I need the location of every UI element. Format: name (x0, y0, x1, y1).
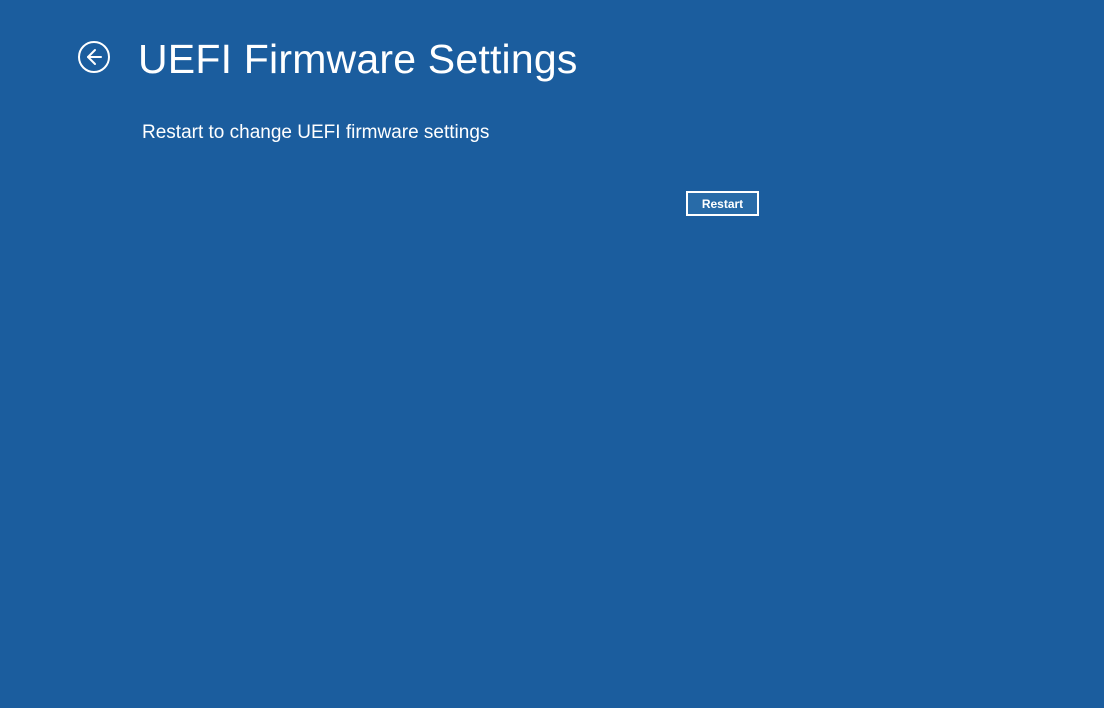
back-button[interactable] (78, 44, 110, 76)
back-arrow-icon (78, 41, 110, 78)
page-header: UEFI Firmware Settings (78, 36, 578, 83)
page-title: UEFI Firmware Settings (138, 36, 578, 83)
description-text: Restart to change UEFI firmware settings (142, 122, 489, 144)
restart-button[interactable]: Restart (686, 191, 759, 216)
